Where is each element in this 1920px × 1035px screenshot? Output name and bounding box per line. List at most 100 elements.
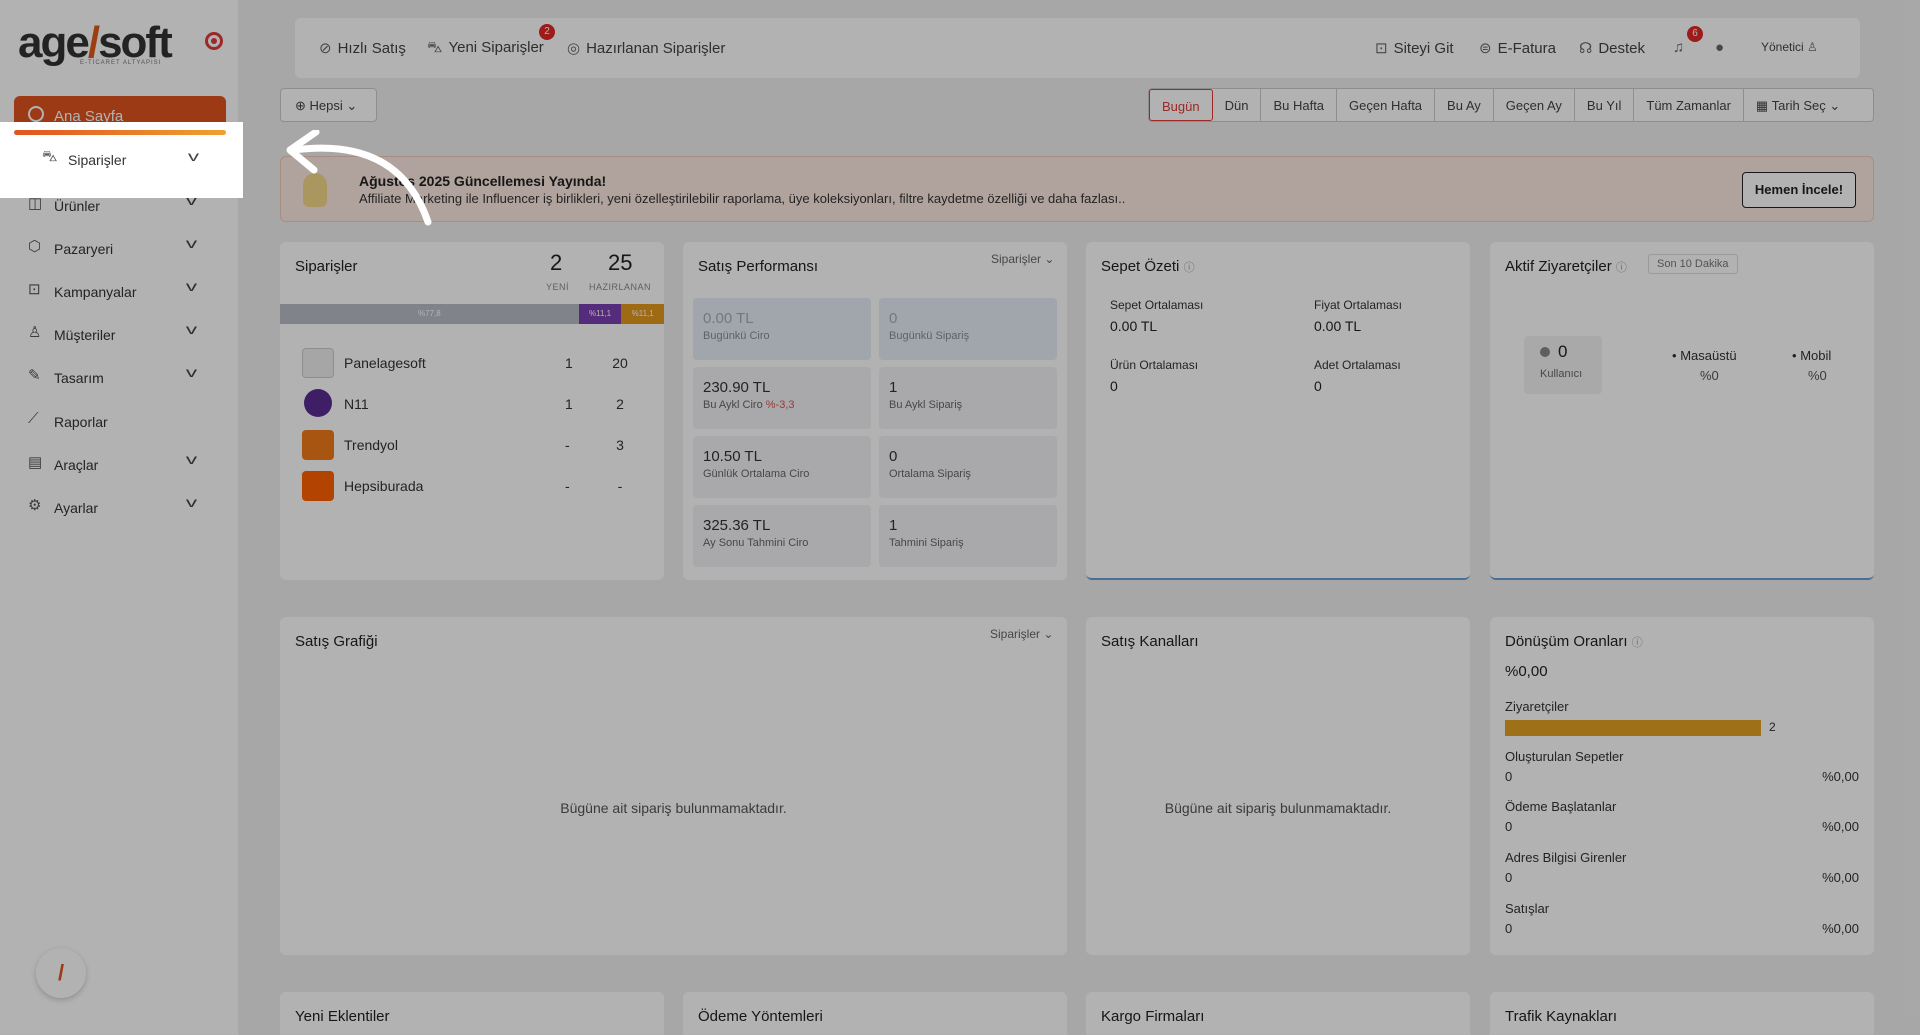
funnel-pct: %0,00 [1822,819,1859,834]
preparing-orders-link[interactable]: ◎ Hazırlanan Siparişler [567,39,725,57]
new-orders-label: YENİ [546,282,570,292]
date-range-tabs: Bugün Dün Bu Hafta Geçen Hafta Bu Ay Geç… [1148,88,1874,122]
tab-gecen-ay[interactable]: Geçen Ay [1494,89,1575,121]
stat-label: Bugünkü Sipariş [889,330,970,342]
channel-select-value: Hepsi [309,98,343,113]
orders-card: Siparişler 2 YENİ 25 HAZIRLANAN %77,8 %11… [280,242,664,580]
marketplace-row[interactable]: Trendyol - 3 [280,426,664,466]
help-icon[interactable]: ⓘ [1616,262,1627,274]
sidebar-item-siparisler[interactable]: ⛍ Siparişler v [0,122,243,198]
card-title: Kargo Firmaları [1101,1008,1205,1025]
stat-value: 230.90 TL [703,379,771,396]
cart-stat-label: Ürün Ortalaması [1110,358,1199,372]
marketplace-prep: - [617,478,623,494]
sales-chart-dropdown[interactable]: Siparişler ⌄ [990,627,1053,641]
tab-bu-yil[interactable]: Bu Yıl [1575,89,1635,121]
stat-label: Bu Aykl Sipariş [889,399,963,411]
target-icon[interactable] [205,32,223,50]
banner-text: Affiliate Marketing ile Influencer iş bi… [359,191,1126,206]
tab-bu-ay[interactable]: Bu Ay [1435,89,1494,121]
quick-sale-link[interactable]: ⊘ Hızlı Satış [319,39,406,57]
sidebar-item-raporlar[interactable]: ⟋ Raporlar [0,400,238,440]
tab-gecen-hafta[interactable]: Geçen Hafta [1337,89,1436,121]
card-title: Satış Performansı [698,258,819,275]
cart-stat-value: 0.00 TL [1110,318,1158,334]
tab-tum-zamanlar[interactable]: Tüm Zamanlar [1634,89,1744,121]
tab-bugun[interactable]: Bugün [1149,89,1213,121]
marketplace-name: N11 [344,396,369,412]
card-title: Satış Kanalları [1101,633,1199,650]
orders-segment: %11,1 [578,304,622,324]
chevron-down-icon: ⌄ [1044,252,1055,266]
mobile-stat: • Mobil [1792,348,1831,363]
orders-segment: %11,1 [621,304,664,324]
card-title-text: Sepet Özeti [1101,258,1180,275]
sidebar-item-pazaryeri[interactable]: ⬡ Pazaryeri v [0,227,238,267]
support-link[interactable]: ☊ Destek [1579,39,1645,57]
date-picker-label: Tarih Seç [1771,98,1826,113]
info-icon: ● [1715,39,1725,56]
funnel-pct: %0,00 [1822,769,1859,784]
help-icon[interactable]: ⓘ [1184,262,1195,274]
sidebar-item-ayarlar[interactable]: ⚙ Ayarlar v [0,486,238,526]
user-menu[interactable]: Yönetici ♙ [1761,40,1824,54]
tab-bu-hafta[interactable]: Bu Hafta [1261,89,1338,121]
active-visitors-card: Aktif Ziyaretçiler ⓘ Son 10 Dakika 0 Kul… [1490,242,1874,580]
banner-cta-button[interactable]: Hemen İncele! [1742,172,1856,208]
logo[interactable]: age/soft E-TİCARET ALTYAPISI [18,18,173,68]
card-title: Ödeme Yöntemleri [698,1008,823,1025]
shipping-companies-card: Kargo Firmaları [1086,992,1470,1035]
einvoice-link[interactable]: ⊜ E-Fatura [1479,39,1556,57]
notifications-button[interactable]: ♫ [1673,39,1690,56]
stat-box: 0 Ortalama Sipariş [879,436,1057,498]
sidebar-item-label: Ürünler [54,198,100,214]
home-icon [28,106,44,122]
cart-stat-label: Sepet Ortalaması [1110,298,1204,312]
stat-label-text: Bu Aykl Ciro [703,399,763,411]
date-picker-button[interactable]: ▦ Tarih Seç ⌄ [1744,89,1852,121]
notifications-badge: 6 [1687,26,1703,42]
stat-label: Bu Aykl Ciro %-3,3 [703,399,795,411]
stat-box: 1 Tahmini Sipariş [879,505,1057,567]
stat-box: 230.90 TL Bu Aykl Ciro %-3,3 [693,367,871,429]
dot-icon: • [1792,348,1797,363]
active-indicator [14,130,226,135]
dropdown-label: Siparişler [991,252,1042,266]
pencil-icon: / [57,960,65,985]
info-button[interactable]: ● [1715,39,1730,56]
chevron-down-icon: ⌄ [346,98,358,113]
go-site-link[interactable]: ⊡ Siteyi Git [1375,39,1454,57]
funnel-label: Ziyaretçiler [1505,699,1569,714]
sidebar-item-musteriler[interactable]: ♙ Müşteriler v [0,313,238,353]
globe-icon: ⊕ [295,98,306,113]
sidebar-item-tasarim[interactable]: ✎ Tasarım v [0,356,238,396]
trendyol-logo [302,430,334,460]
edit-button[interactable]: / [36,948,86,998]
sidebar-item-kampanyalar[interactable]: ⊡ Kampanyalar v [0,270,238,310]
mobile-label: Mobil [1800,348,1832,363]
card-title-text: Aktif Ziyaretçiler [1505,258,1612,275]
sidebar-item-araclar[interactable]: ▤ Araçlar v [0,443,238,483]
chevron-down-icon: v [185,321,198,337]
sales-performance-dropdown[interactable]: Siparişler ⌄ [991,252,1054,266]
marketplace-row[interactable]: Panelagesoft 1 20 [280,344,664,384]
marketplace-row[interactable]: N11 1 2 [280,385,664,425]
conversion-rates-card: Dönüşüm Oranları ⓘ %0,00 Ziyaretçiler 2 … [1490,617,1874,955]
sidebar-item-label: Ayarlar [54,500,99,516]
pencil-icon: ✎ [28,367,41,384]
tab-dun[interactable]: Dün [1213,89,1262,121]
channel-select[interactable]: ⊕ Hepsi ⌄ [280,88,377,122]
help-icon[interactable]: ⓘ [1632,637,1643,649]
tutorial-arrow-icon [286,130,432,226]
card-title: Dönüşüm Oranları ⓘ [1505,633,1643,650]
invoice-icon: ⊜ [1479,40,1492,57]
stat-value: 10.50 TL [703,448,762,465]
marketplace-row[interactable]: Hepsiburada - - [280,467,664,507]
cart-stat-label: Adet Ortalaması [1314,358,1401,372]
calendar-icon: ▦ [1755,98,1769,113]
sidebar-item-label: Siparişler [68,152,127,168]
update-banner: Ağustos 2025 Güncellemesi Yayında! Affil… [280,156,1874,222]
new-orders-link[interactable]: ⛍ Yeni Siparişler [427,39,544,58]
empty-state-text: Bügüne ait sipariş bulunmamaktadır. [1164,800,1392,816]
stat-label: Tahmini Sipariş [889,537,964,549]
